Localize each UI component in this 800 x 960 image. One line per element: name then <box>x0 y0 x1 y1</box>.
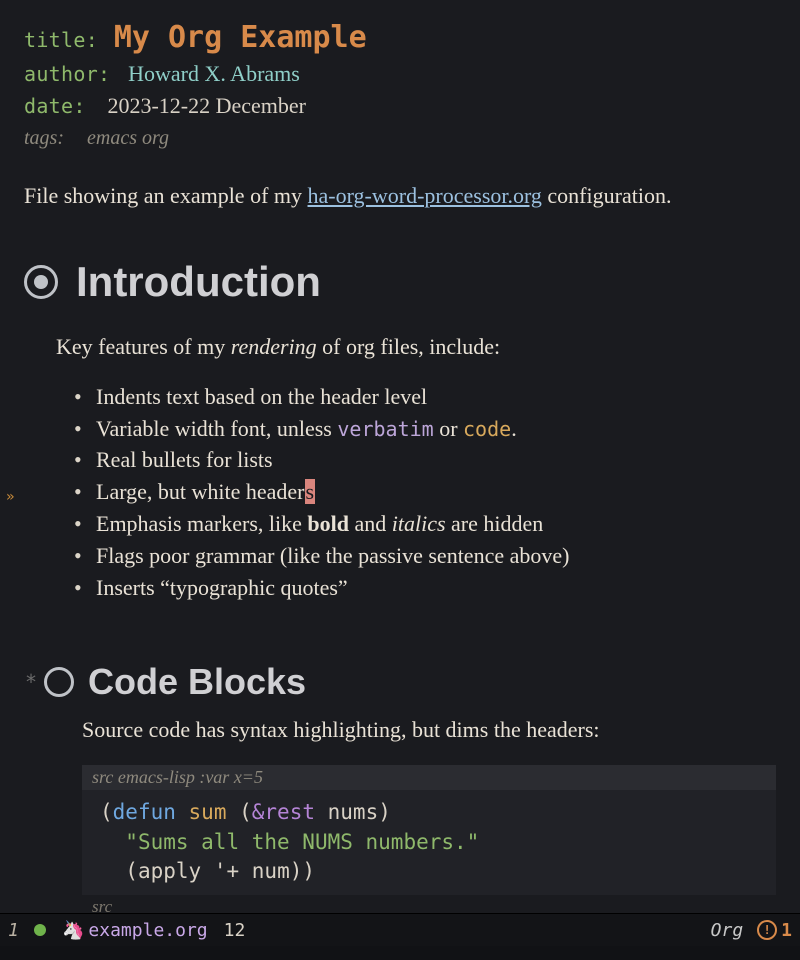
heading-2-row[interactable]: * Code Blocks <box>24 661 776 703</box>
intro-paragraph[interactable]: File showing an example of my ha-org-wor… <box>24 180 776 212</box>
tags-value: emacs org <box>87 127 169 149</box>
fringe-marker-icon: » <box>6 489 14 505</box>
code-section-para[interactable]: Source code has syntax highlighting, but… <box>82 717 776 743</box>
list-item[interactable]: Large, but white headers <box>74 477 776 508</box>
author-line[interactable]: author: Howard X. Abrams <box>24 61 776 87</box>
buffer-name[interactable]: example.org <box>88 920 207 941</box>
line-number: 12 <box>224 920 246 941</box>
heading-1-row[interactable]: Introduction <box>24 258 776 306</box>
code-block[interactable]: (defun sum (&rest nums) "Sums all the NU… <box>82 790 776 894</box>
intro-post: configuration. <box>542 183 672 208</box>
title-value: My Org Example <box>114 20 367 55</box>
author-value: Howard X. Abrams <box>128 61 300 86</box>
left-gutter: » <box>0 0 20 960</box>
section-introduction: Key features of my rendering of org file… <box>56 334 776 604</box>
heading-star: * <box>24 670 38 694</box>
heading-bullet-icon <box>44 667 74 697</box>
intro-pre: File showing an example of my <box>24 183 308 208</box>
major-mode[interactable]: Org <box>711 920 744 941</box>
flycheck-warning[interactable]: !1 <box>757 920 792 941</box>
window-number: 1 <box>8 920 24 941</box>
author-keyword: author <box>24 62 98 86</box>
features-list: Indents text based on the header level V… <box>74 382 776 604</box>
heading-2-title: Code Blocks <box>88 661 306 703</box>
date-line[interactable]: date: 2023-12-22 December <box>24 93 776 119</box>
cursor: s <box>305 479 316 504</box>
title-keyword: title <box>24 28 86 52</box>
list-item[interactable]: Variable width font, unless verbatim or … <box>74 414 776 445</box>
heading-bullet-icon <box>24 265 58 299</box>
minibuffer[interactable] <box>0 946 800 960</box>
warning-icon: ! <box>757 920 777 940</box>
list-item[interactable]: Real bullets for lists <box>74 445 776 476</box>
list-item[interactable]: Inserts “typographic quotes” <box>74 573 776 604</box>
editor-frame: » title: My Org Example author: Howard X… <box>0 0 800 960</box>
modified-indicator-icon <box>34 924 46 936</box>
code-text: code <box>463 417 511 441</box>
config-link[interactable]: ha-org-word-processor.org <box>308 183 542 208</box>
modeline[interactable]: 1 🦄 example.org 12 Org !1 <box>0 913 800 946</box>
date-keyword: date <box>24 94 73 118</box>
list-item[interactable]: Indents text based on the header level <box>74 382 776 413</box>
mode-icon: 🦄 <box>62 920 84 941</box>
list-item[interactable]: Emphasis markers, like bold and italics … <box>74 509 776 540</box>
tags-line[interactable]: tags: emacs org <box>24 127 776 150</box>
buffer-content[interactable]: title: My Org Example author: Howard X. … <box>0 0 800 919</box>
features-lead[interactable]: Key features of my rendering of org file… <box>56 334 776 360</box>
src-begin-line[interactable]: src emacs-lisp :var x=5 <box>82 765 776 790</box>
section-code-blocks: Source code has syntax highlighting, but… <box>82 717 776 918</box>
title-line[interactable]: title: My Org Example <box>24 20 776 55</box>
list-item[interactable]: Flags poor grammar (like the passive sen… <box>74 541 776 572</box>
tags-keyword: tags: <box>24 127 64 149</box>
date-value: 2023-12-22 December <box>107 93 306 118</box>
heading-1-title: Introduction <box>76 258 321 306</box>
verbatim-text: verbatim <box>337 417 433 441</box>
